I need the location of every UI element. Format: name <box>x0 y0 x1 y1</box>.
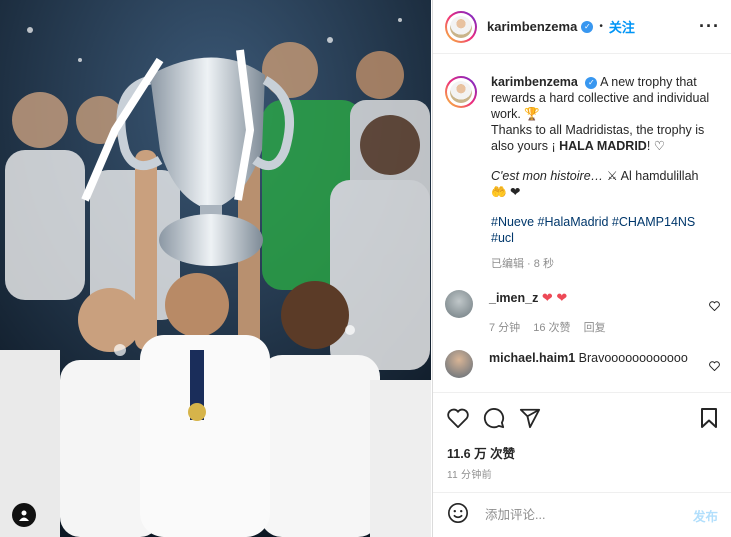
caption-hashtags[interactable]: #Nueve #HalaMadrid #CHAMP14NS #ucl <box>491 214 715 246</box>
comment-item: _imen_z ❤ ❤ 7 分钟 16 次赞 回复 <box>433 290 731 336</box>
post-comment-button[interactable]: 发布 <box>693 506 718 525</box>
post-caption: karimbenzema ✓ A new trophy that rewards… <box>433 54 731 272</box>
caption-line2-bold: HALA MADRID <box>559 139 647 153</box>
author-avatar[interactable] <box>445 10 477 43</box>
commenter-avatar[interactable] <box>445 350 473 378</box>
follow-button[interactable]: 关注 <box>609 17 635 36</box>
add-comment-bar: 发布 <box>433 492 731 537</box>
comment-text: ❤ ❤ <box>541 290 568 305</box>
add-comment-input[interactable] <box>483 507 677 523</box>
caption-avatar[interactable] <box>445 76 477 108</box>
post-side-panel: karimbenzema ✓ • 关注 ··· karimbenzema ✓ A… <box>432 0 731 537</box>
verified-badge-icon: ✓ <box>585 76 598 89</box>
caption-line2-suffix: ! ♡ <box>646 139 665 153</box>
commenter-avatar[interactable] <box>445 290 473 318</box>
posted-timestamp[interactable]: 11 分钟前 <box>447 466 492 481</box>
caption-line3-italic: C'est mon histoire… <box>491 169 604 183</box>
caption-meta: 已编辑 · 8 秒 <box>491 258 554 270</box>
comment-text: Bravoooooooooooo <box>578 351 688 365</box>
like-comment-heart-icon[interactable] <box>709 358 720 376</box>
hands-heart-emoji: 🤲 ❤ <box>491 185 521 199</box>
save-bookmark-icon[interactable] <box>700 407 718 429</box>
like-heart-icon[interactable] <box>447 408 469 428</box>
comment-time: 7 分钟 <box>489 322 521 334</box>
like-comment-heart-icon[interactable] <box>709 298 720 316</box>
caption-username[interactable]: karimbenzema <box>491 75 578 89</box>
emoji-smiley-icon[interactable] <box>447 502 469 529</box>
commenter-username[interactable]: michael.haim1 <box>489 351 575 365</box>
more-options-icon[interactable]: ··· <box>699 16 720 37</box>
comment-item: michael.haim1 Bravoooooooooooo <box>433 350 731 378</box>
separator-dot: • <box>599 21 603 32</box>
post-header: karimbenzema ✓ • 关注 ··· <box>433 0 731 54</box>
post-photo[interactable] <box>0 0 431 537</box>
trophy-emoji: 🏆 <box>524 107 540 121</box>
comment-bubble-icon[interactable] <box>483 407 505 429</box>
commenter-username[interactable]: _imen_z <box>489 291 538 305</box>
post-actions-bar <box>433 392 731 442</box>
verified-badge-icon: ✓ <box>581 20 594 33</box>
likes-count[interactable]: 11.6 万 次赞 <box>447 443 515 462</box>
comment-likes[interactable]: 16 次赞 <box>533 322 570 334</box>
share-paper-plane-icon[interactable] <box>519 407 541 429</box>
comments-area[interactable]: karimbenzema ✓ A new trophy that rewards… <box>433 54 731 392</box>
swords-emoji: ⚔ <box>606 169 618 183</box>
tagged-users-icon[interactable] <box>12 503 36 527</box>
caption-line3-rest: Al hamdulillah <box>620 169 699 183</box>
author-username[interactable]: karimbenzema <box>487 19 577 34</box>
comment-reply-button[interactable]: 回复 <box>584 322 606 334</box>
trophy-celebration-image <box>0 0 431 537</box>
